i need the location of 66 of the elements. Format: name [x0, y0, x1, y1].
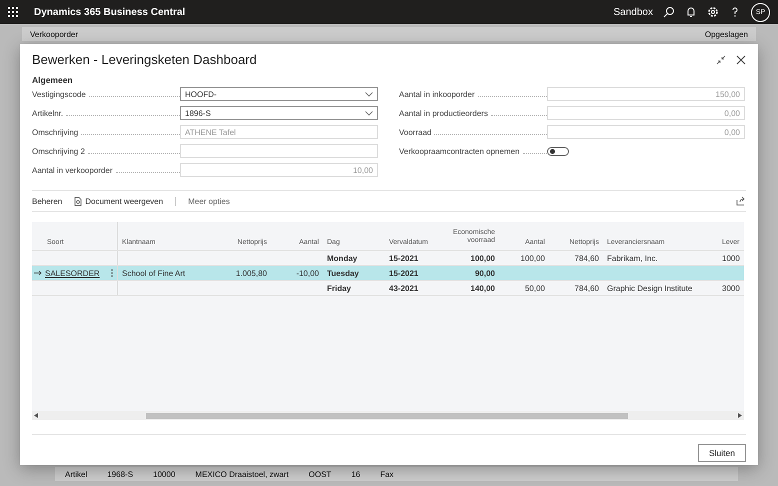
table-cell: -10,00 [296, 268, 319, 278]
table-cell: 1.005,80 [236, 268, 267, 278]
field-label: Voorraad [399, 128, 432, 136]
table-cell: 90,00 [474, 268, 495, 278]
table-cell: Monday [327, 254, 358, 262]
field-label: Aantal in productieorders [399, 108, 488, 118]
field-label: Vestigingscode [32, 90, 86, 98]
search-icon[interactable] [663, 6, 675, 18]
table-cell: Tuesday [327, 268, 359, 278]
table-cell: 15-2021 [389, 268, 418, 278]
dropdown-field[interactable]: 1896-S [180, 106, 378, 120]
settings-icon[interactable] [707, 6, 719, 18]
field-label: Omschrijving 2 [32, 146, 85, 156]
toolbar-button[interactable]: Document weergeven [74, 196, 164, 206]
dialog-title: Bewerken - Leveringsketen Dashboard [32, 52, 258, 67]
table-cell: 140,00 [470, 284, 495, 292]
page-title: Verkooporder [30, 30, 80, 38]
close-icon[interactable] [736, 54, 746, 64]
table-cell-text: 10000 [152, 470, 176, 478]
table-row[interactable]: Friday 43-2021 140,00 50,00 784,60 Graphic Design Institute 3000 [32, 281, 744, 296]
dropdown-field[interactable]: HOOFD- [180, 87, 378, 101]
horizontal-scrollbar[interactable] [32, 411, 744, 420]
chevron-down-icon [365, 110, 373, 116]
table-cell: 784,60 [574, 284, 599, 292]
table-cell-text: 1968-S [106, 470, 134, 478]
bell-icon[interactable] [685, 6, 697, 18]
table-cell: Graphic Design Institute [607, 284, 692, 292]
table-cell-text: MEXICO Draaistoel, zwart [194, 470, 290, 478]
table-cell: 784,60 [574, 254, 599, 262]
field-label: Aantal in inkooporder [399, 90, 475, 98]
table-cell-text: OOST [308, 470, 332, 478]
table-cell: 50,00 [524, 284, 545, 292]
table-cell: 43-2021 [389, 284, 418, 292]
arrow-right-icon [34, 270, 42, 276]
table-cell: School of Fine Art [122, 268, 186, 278]
table-cell: Fabrikam, Inc. [607, 254, 658, 262]
app-launcher-icon[interactable] [8, 7, 18, 17]
scroll-right-icon[interactable] [738, 413, 742, 418]
document-search-icon [74, 196, 82, 206]
field-label: Verkoopraamcontracten opnemen [399, 146, 520, 156]
environment-label: Sandbox [614, 6, 653, 18]
app-title: Dynamics 365 Business Central [34, 6, 186, 18]
field-label: Aantal in verkooporder [32, 166, 112, 174]
close-button[interactable]: Sluiten [698, 444, 746, 462]
table-cell: 15-2021 [389, 254, 418, 262]
toolbar-button[interactable]: Beheren [32, 196, 62, 206]
table-cell-text: Fax [379, 470, 395, 478]
table-cell-text: 16 [350, 470, 362, 478]
table-cell: Friday [327, 284, 352, 292]
chevron-down-icon [365, 92, 373, 96]
toolbar-button[interactable]: Meer opties [175, 196, 230, 206]
toggle-switch[interactable] [547, 146, 569, 156]
share-icon[interactable] [736, 196, 746, 206]
collapse-icon[interactable] [716, 54, 726, 64]
document-link[interactable]: SALESORDER [45, 268, 100, 278]
table-cell-text: Artikel [64, 470, 88, 478]
field-label: Omschrijving [32, 128, 78, 136]
save-status: Opgeslagen [704, 30, 748, 38]
table-row[interactable]: SALESORDER School of Fine Art 1.005,80 -10,00 Tuesday 15-2021 90,00 [32, 266, 744, 281]
scroll-left-icon[interactable] [34, 413, 38, 418]
table-cell: 1000 [722, 254, 740, 262]
table-cell: 100,00 [470, 254, 495, 262]
table-cell: 3000 [722, 284, 740, 292]
section-title: Algemeen [32, 75, 74, 85]
field-label: Artikelnr. [32, 108, 64, 118]
table-cell: 100,00 [520, 254, 545, 262]
